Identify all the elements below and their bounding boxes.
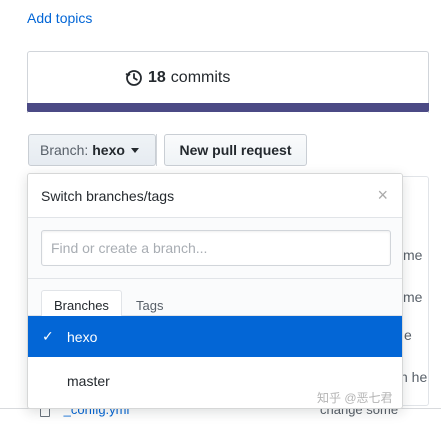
branch-filter-input[interactable] (41, 230, 391, 266)
branch-dropdown: Switch branches/tags × Branches Tags ✓ h… (27, 173, 403, 409)
dropdown-tabs: Branches Tags (28, 279, 402, 317)
branch-value: hexo (92, 142, 125, 158)
branch-label: Branch: (40, 142, 89, 158)
history-icon (125, 70, 142, 86)
close-icon[interactable]: × (377, 186, 388, 204)
dropdown-header: Switch branches/tags × (28, 174, 402, 218)
branch-item-label: master (67, 372, 110, 389)
dropdown-title: Switch branches/tags (41, 188, 175, 204)
commit-message-fragment: me (403, 247, 423, 263)
add-topics-link[interactable]: Add topics (27, 10, 92, 26)
commits-label: commits (170, 69, 231, 86)
language-bar (27, 103, 429, 112)
new-pull-request-button[interactable]: New pull request (164, 134, 307, 166)
branch-item-label: hexo (67, 328, 98, 345)
commit-message-fragment: h he (400, 369, 428, 385)
branch-item-hexo[interactable]: ✓ hexo (28, 316, 402, 357)
button-divider (156, 134, 157, 166)
watermark: 知乎 @恶七君 (317, 391, 393, 405)
commit-message-fragment: me (403, 289, 423, 305)
caret-down-icon (130, 147, 139, 153)
commits-link[interactable]: 18 commits (125, 69, 230, 87)
check-icon: ✓ (42, 328, 54, 344)
commits-count: 18 (148, 69, 166, 86)
tab-branches[interactable]: Branches (41, 290, 122, 317)
filter-area (28, 218, 402, 279)
commit-message-fragment: e (404, 327, 412, 343)
branch-select-button[interactable]: Branch: hexo (28, 134, 156, 166)
tab-tags[interactable]: Tags (124, 290, 175, 317)
